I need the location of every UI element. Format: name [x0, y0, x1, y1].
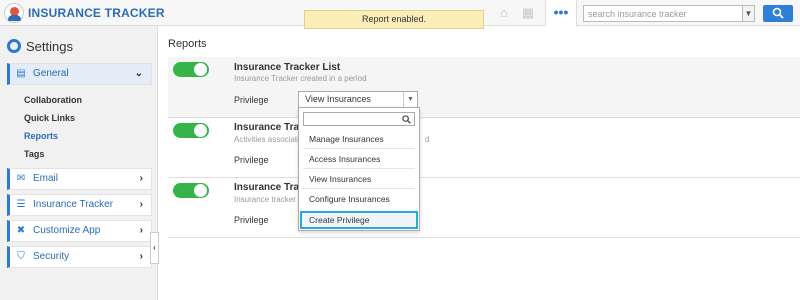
settings-heading: Settings: [7, 39, 73, 54]
sidebar-collapse-button[interactable]: ‹: [150, 232, 159, 264]
sidebar-item-customize-app[interactable]: ✖ Customize App ›: [7, 220, 152, 242]
chevron-down-icon: ▼: [403, 92, 417, 107]
app-logo-icon[interactable]: [4, 3, 24, 23]
report-enable-toggle[interactable]: [173, 123, 209, 138]
lock-icon: ⛉: [17, 251, 25, 262]
report-description: Insurance tracker a: [234, 195, 303, 204]
subnav-quick-links[interactable]: Quick Links: [24, 113, 75, 123]
chevron-right-icon: ›: [139, 251, 143, 262]
sidebar-item-label: Customize App: [33, 225, 101, 236]
sidebar-item-label: General: [33, 68, 69, 79]
toast-message: Report enabled.: [304, 10, 484, 29]
tools-icon: ✖: [16, 225, 26, 236]
dropdown-option[interactable]: Configure Insurances: [299, 189, 419, 209]
chevron-down-icon: ▼: [744, 9, 753, 18]
sidebar-item-email[interactable]: ✉ Email ›: [7, 168, 152, 190]
report-row: Insurance Track Activities associate d P…: [168, 118, 800, 178]
sidebar-item-security[interactable]: ⛉ Security ›: [7, 246, 152, 268]
dropdown-option[interactable]: Manage Insurances: [299, 129, 419, 149]
chevron-right-icon: ›: [139, 225, 143, 236]
privilege-label: Privilege: [234, 155, 269, 165]
chevron-down-icon: ⌄: [134, 68, 143, 79]
chevron-right-icon: ›: [139, 173, 143, 184]
subnav-tags[interactable]: Tags: [24, 149, 44, 159]
privilege-label: Privilege: [234, 215, 269, 225]
privilege-select[interactable]: View Insurances ▼: [298, 91, 418, 108]
dropdown-option[interactable]: Access Insurances: [299, 149, 419, 169]
sidebar-item-label: Email: [33, 173, 59, 184]
sidebar-item-insurance-tracker[interactable]: ☰ Insurance Tracker ›: [7, 194, 152, 216]
list-icon: ☰: [16, 199, 26, 210]
privilege-dropdown: Manage Insurances Access Insurances View…: [298, 107, 420, 231]
search-scope-dropdown[interactable]: ▼: [743, 5, 755, 22]
page-title: Reports: [168, 38, 207, 50]
chart-icon[interactable]: ▦: [520, 5, 536, 21]
gear-icon: [7, 39, 21, 53]
report-description: Activities associate: [234, 135, 302, 144]
create-privilege-option[interactable]: Create Privilege: [300, 211, 418, 229]
report-name: Insurance Tracker List: [234, 62, 341, 73]
more-menu-button[interactable]: •••: [545, 0, 577, 26]
settings-heading-label: Settings: [26, 39, 73, 54]
envelope-icon: ✉: [16, 173, 26, 184]
search-button[interactable]: [763, 5, 793, 22]
report-description-tail: d: [425, 135, 430, 144]
privilege-label: Privilege: [234, 95, 269, 105]
monitor-icon: ▤: [16, 68, 26, 79]
search-input[interactable]: [583, 5, 743, 22]
home-icon[interactable]: ⌂: [496, 5, 512, 21]
sidebar-item-label: Insurance Tracker: [33, 199, 114, 210]
chevron-left-icon: ‹: [153, 243, 156, 252]
search-icon: [402, 115, 411, 124]
app-title[interactable]: INSURANCE TRACKER: [28, 6, 165, 20]
report-description: Insurance Tracker created in a period: [234, 74, 367, 83]
sidebar-item-general[interactable]: ▤ General ⌄: [7, 63, 152, 85]
sidebar: Settings ▤ General ⌄ Collaboration Quick …: [0, 26, 158, 300]
chevron-right-icon: ›: [139, 199, 143, 210]
sidebar-item-label: Security: [33, 251, 70, 262]
subnav-collaboration[interactable]: Collaboration: [24, 95, 82, 105]
dropdown-search-input[interactable]: [303, 112, 415, 126]
report-row: Insurance Track Insurance tracker a Priv…: [168, 178, 800, 238]
report-row: Insurance Tracker List Insurance Tracker…: [168, 57, 800, 118]
privilege-select-value: View Insurances: [305, 94, 371, 104]
search-icon: [772, 7, 784, 19]
subnav-reports[interactable]: Reports: [24, 131, 58, 141]
dropdown-option[interactable]: View Insurances: [299, 169, 419, 189]
report-enable-toggle[interactable]: [173, 183, 209, 198]
report-enable-toggle[interactable]: [173, 62, 209, 77]
